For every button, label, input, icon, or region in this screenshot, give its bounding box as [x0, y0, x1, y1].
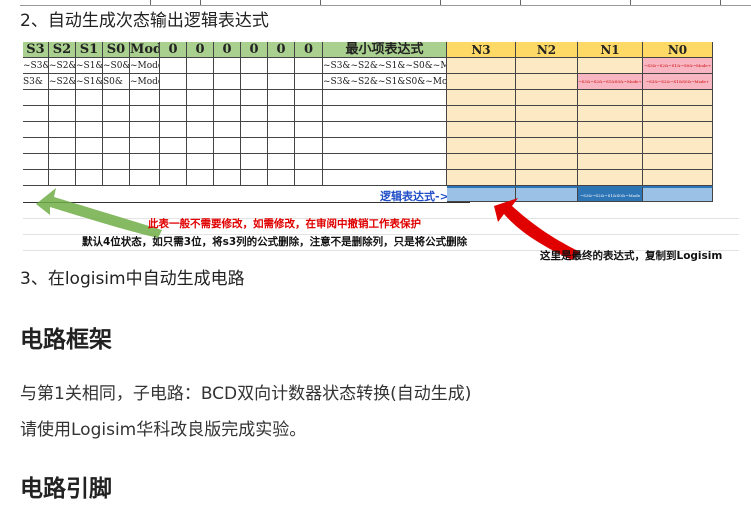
step-3-heading: 3、在logisim中自动生成电路 — [20, 269, 245, 289]
spreadsheet-screenshot: S3S2S1S0Mode000000最小项表达式N3N2N1N0~S3&~S2&… — [20, 40, 740, 261]
step-2-heading: 2、自动生成次态输出逻辑表达式 — [20, 11, 269, 31]
note-final-expression: 这里是最终的表达式，复制到Logisim — [540, 250, 723, 261]
section-title-circuit-pins: 电路引脚 — [20, 476, 112, 502]
note-red: 此表一般不需要修改，如需修改，在审阅中撤销工作表保护 — [148, 218, 421, 230]
note-black: 默认4位状态，如只需3位，将s3列的公式删除，注意不是删除列，只是将公式删除 — [82, 236, 468, 248]
section-title-circuit-frame: 电路框架 — [20, 327, 112, 353]
paragraph-use-logisim: 请使用Logisim华科改良版完成实验。 — [20, 420, 307, 440]
paragraph-same-as-level-1: 与第1关相同，子电路：BCD双向计数器状态转换(自动生成) — [20, 384, 472, 404]
green-arrow — [36, 188, 162, 238]
top-border-strip — [20, 0, 751, 6]
